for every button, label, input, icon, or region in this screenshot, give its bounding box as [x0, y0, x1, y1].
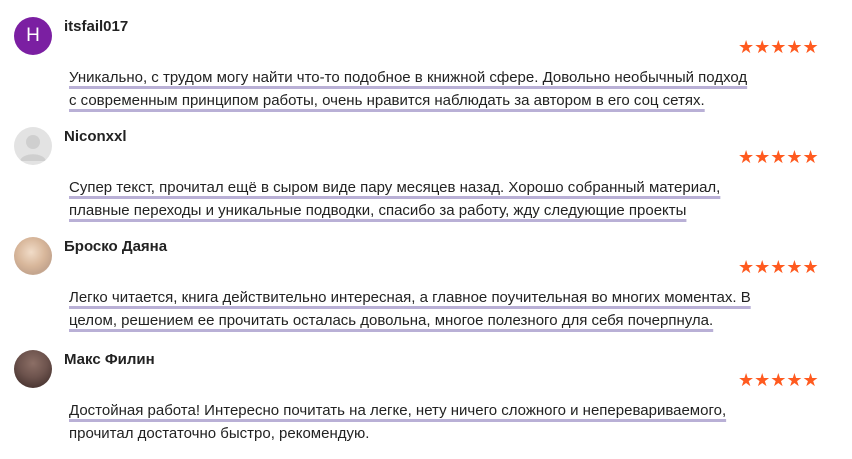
review-text-line: Супер текст, прочитал ещё в сыром виде п…: [69, 179, 721, 196]
review-item: H itsfail017 ★★★★★ Уникально, с трудом м…: [0, 0, 852, 110]
review-item: Niconxxl ★★★★★ Супер текст, прочитал ещё…: [0, 110, 852, 220]
avatar[interactable]: [14, 127, 52, 165]
review-text: Супер текст, прочитал ещё в сыром виде п…: [69, 176, 839, 222]
review-item: Броско Даяна ★★★★★ Легко читается, книга…: [0, 220, 852, 330]
review-author[interactable]: itsfail017: [64, 18, 128, 35]
avatar[interactable]: H: [14, 17, 52, 55]
rating-stars: ★★★★★: [738, 370, 819, 390]
review-text-line: Уникально, с трудом могу найти что-то по…: [69, 69, 748, 86]
review-text-line: плавные переходы и уникальные подводки, …: [69, 202, 687, 219]
review-item: Макс Филин ★★★★★ Достойная работа! Интер…: [0, 333, 852, 443]
user-silhouette-icon: [20, 135, 46, 161]
review-text-line: Достойная работа! Интересно почитать на …: [69, 402, 727, 419]
review-author[interactable]: Niconxxl: [64, 128, 127, 145]
avatar-letter: H: [26, 25, 40, 46]
review-text-line: целом, решением ее прочитать осталась до…: [69, 312, 714, 329]
review-author[interactable]: Макс Филин: [64, 351, 155, 368]
review-text-line: прочитал достаточно быстро, рекомендую.: [69, 425, 370, 442]
rating-stars: ★★★★★: [738, 257, 819, 277]
avatar[interactable]: [14, 350, 52, 388]
rating-stars: ★★★★★: [738, 147, 819, 167]
review-author[interactable]: Броско Даяна: [64, 238, 167, 255]
review-text: Достойная работа! Интересно почитать на …: [69, 399, 839, 445]
review-text-line: с современным принципом работы, очень нр…: [69, 92, 705, 109]
avatar[interactable]: [14, 237, 52, 275]
rating-stars: ★★★★★: [738, 37, 819, 57]
review-text: Уникально, с трудом могу найти что-то по…: [69, 66, 839, 112]
review-text-line: Легко читается, книга действительно инте…: [69, 289, 751, 306]
review-text: Легко читается, книга действительно инте…: [69, 286, 839, 332]
